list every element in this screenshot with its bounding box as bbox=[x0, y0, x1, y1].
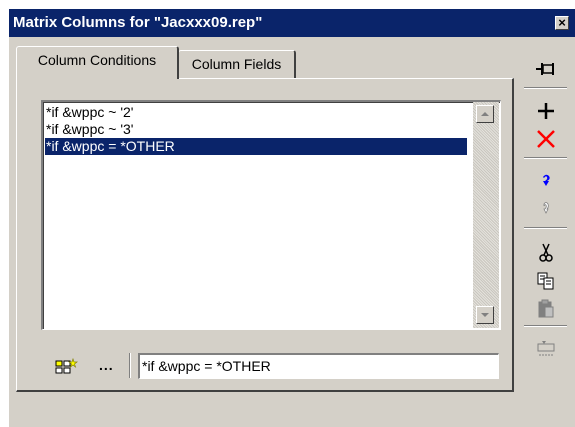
paste-button[interactable] bbox=[529, 296, 563, 322]
expression-input[interactable]: *if &wppc = *OTHER bbox=[138, 353, 499, 379]
add-button[interactable] bbox=[529, 98, 563, 124]
toolbar-separator bbox=[524, 325, 567, 327]
rename-button[interactable] bbox=[529, 336, 563, 362]
move-up-button[interactable] bbox=[529, 168, 563, 194]
move-down-button[interactable] bbox=[529, 196, 563, 222]
vertical-scrollbar[interactable] bbox=[473, 102, 499, 328]
copy-icon bbox=[537, 272, 554, 290]
list-item[interactable]: *if &wppc ~ '3' bbox=[45, 121, 133, 138]
toolbar-separator bbox=[524, 157, 567, 159]
conditions-list[interactable]: *if &wppc ~ '2' *if &wppc ~ '3' *if &wpp… bbox=[41, 100, 501, 330]
rename-icon bbox=[537, 341, 555, 356]
delete-icon bbox=[537, 130, 555, 148]
copy-button[interactable] bbox=[529, 268, 563, 294]
window-title: Matrix Columns for "Jacxxx09.rep" bbox=[13, 14, 263, 31]
close-button[interactable]: × bbox=[555, 16, 569, 30]
pin-icon bbox=[536, 63, 554, 75]
scroll-up-arrow-icon bbox=[481, 112, 489, 116]
wizard-icon bbox=[55, 357, 78, 374]
cut-button[interactable] bbox=[529, 240, 563, 266]
pin-button[interactable] bbox=[529, 56, 563, 82]
cut-icon bbox=[539, 243, 553, 262]
paste-icon bbox=[538, 299, 554, 318]
title-bar[interactable]: Matrix Columns for "Jacxxx09.rep" × bbox=[9, 9, 575, 37]
scroll-down-arrow-icon bbox=[481, 313, 489, 317]
ellipsis-button[interactable]: ... bbox=[99, 357, 114, 373]
move-down-icon bbox=[543, 202, 549, 214]
expression-wizard-button[interactable] bbox=[55, 357, 79, 377]
add-icon bbox=[538, 103, 554, 119]
scroll-up-button[interactable] bbox=[476, 105, 494, 123]
list-item[interactable]: *if &wppc ~ '2' bbox=[45, 104, 133, 121]
separator bbox=[129, 353, 131, 378]
tab-column-fields[interactable]: Column Fields bbox=[178, 50, 296, 78]
move-up-icon bbox=[543, 174, 550, 186]
scroll-down-button[interactable] bbox=[476, 306, 494, 324]
toolbar-separator bbox=[524, 227, 567, 229]
delete-button[interactable] bbox=[529, 126, 563, 152]
list-item-selected[interactable]: *if &wppc = *OTHER bbox=[45, 138, 467, 155]
tab-column-conditions[interactable]: Column Conditions bbox=[16, 46, 179, 79]
toolbar-separator bbox=[524, 87, 567, 89]
